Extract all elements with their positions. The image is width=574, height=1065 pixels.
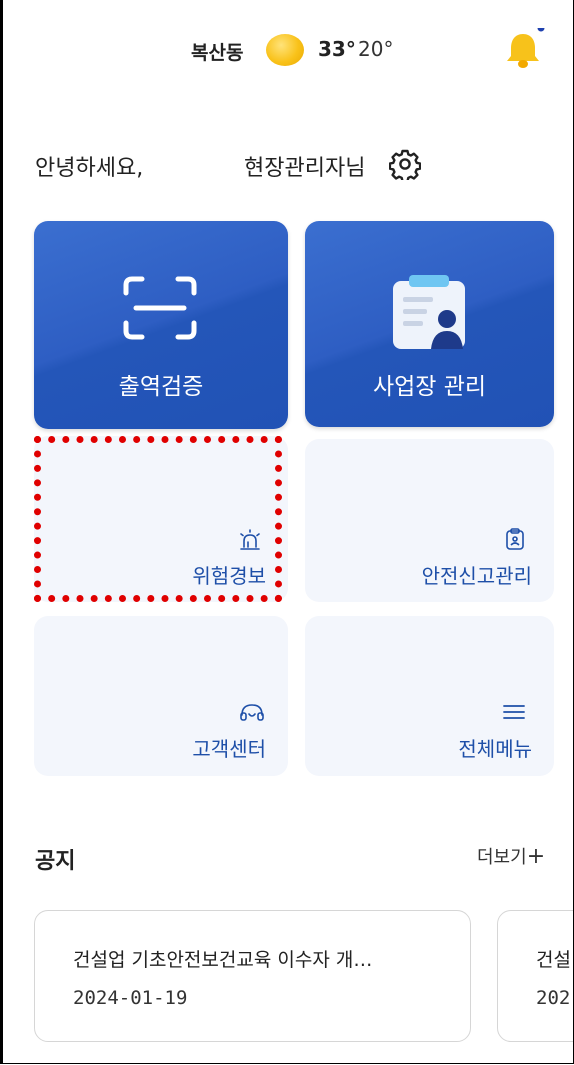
bell-icon[interactable] — [501, 28, 545, 72]
safety-report-tile[interactable]: 안전신고관리 — [305, 439, 554, 602]
customer-center-tile[interactable]: 고객센터 — [34, 616, 288, 776]
customer-center-label: 고객센터 — [192, 737, 266, 761]
notice-card-date: 202 — [536, 987, 571, 1009]
greeting-text: 안녕하세요, — [35, 156, 144, 181]
scan-icon — [123, 276, 197, 340]
notice-card[interactable]: 건설업 기초안전보건교육 이수자 개… 2024-01-19 — [34, 910, 471, 1042]
weather-bar: 복산동 33° 20° — [1, 28, 573, 68]
site-manage-tile[interactable]: 사업장 관리 — [305, 221, 554, 427]
checkin-verify-label: 출역검증 — [118, 374, 204, 400]
headset-icon — [240, 704, 264, 721]
notice-card[interactable]: 건설 202 — [497, 910, 573, 1042]
highlight-box — [34, 436, 282, 602]
clipboard-icon — [506, 528, 524, 550]
all-menu-label: 전체메뉴 — [458, 737, 532, 761]
menu-icon — [503, 705, 525, 719]
checkin-verify-tile[interactable]: 출역검증 — [34, 221, 288, 429]
sun-icon — [266, 34, 304, 66]
temp-high: 33° — [318, 37, 356, 61]
safety-report-label: 안전신고관리 — [421, 564, 532, 588]
plus-icon: + — [526, 844, 546, 869]
gear-icon[interactable] — [389, 148, 421, 180]
location-label[interactable]: 복산동 — [191, 38, 243, 65]
id-card-icon — [393, 275, 465, 349]
temp-low: 20° — [358, 37, 394, 61]
site-manage-label: 사업장 관리 — [372, 374, 487, 400]
notice-section-title: 공지 — [35, 849, 76, 874]
more-link-label: 더보기 — [477, 847, 527, 868]
user-role-label: 현장관리자님 — [244, 156, 366, 181]
notice-card-title: 건설 — [536, 949, 571, 971]
all-menu-tile[interactable]: 전체메뉴 — [305, 616, 554, 776]
notice-card-title: 건설업 기초안전보건교육 이수자 개… — [73, 949, 373, 971]
app-screen: 복산동 33° 20° 안녕하세요, 현장관리자님 출역검증 사업장 관리 위험… — [0, 0, 574, 1064]
notice-card-date: 2024-01-19 — [73, 987, 188, 1009]
more-link[interactable]: 더보기+ — [477, 843, 545, 869]
